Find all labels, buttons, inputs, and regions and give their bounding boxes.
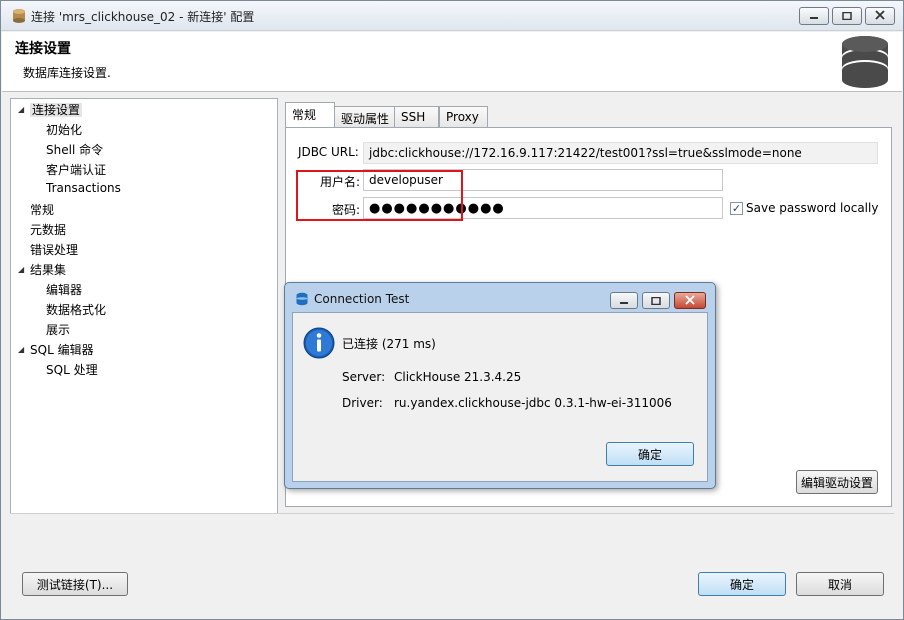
tree-item-client-auth[interactable]: 客户端认证 xyxy=(46,161,106,178)
tree-item-general[interactable]: 常规 xyxy=(30,201,54,218)
tree-item-sql-processing[interactable]: SQL 处理 xyxy=(46,361,98,378)
tree-item-result-sets[interactable]: 结果集 xyxy=(30,261,66,278)
close-icon xyxy=(875,9,885,23)
expand-arrow-icon[interactable]: ◢ xyxy=(18,105,24,114)
save-password-checkbox[interactable]: ✓ xyxy=(730,202,743,215)
minimize-button[interactable] xyxy=(799,7,829,25)
dialog-title: Connection Test xyxy=(314,292,410,306)
driver-label: Driver: xyxy=(342,396,383,410)
maximize-icon xyxy=(651,294,661,308)
dialog-close-button[interactable] xyxy=(674,292,706,309)
tab-general[interactable]: 常规 xyxy=(285,102,335,129)
page-subtitle: 数据库连接设置. xyxy=(23,66,111,80)
jdbc-url-label: JDBC URL: xyxy=(298,145,359,159)
tree-item-editors[interactable]: 编辑器 xyxy=(46,281,82,298)
settings-tree: ◢ 连接设置 初始化 Shell 命令 客户端认证 Transactions 常… xyxy=(10,98,278,514)
tree-item-error-handling[interactable]: 错误处理 xyxy=(30,241,78,258)
tree-item-init[interactable]: 初始化 xyxy=(46,121,82,138)
tree-item-metadata[interactable]: 元数据 xyxy=(30,221,66,238)
connection-config-window: 连接 'mrs_clickhouse_02 - 新连接' 配置 连接设置 数据库… xyxy=(0,0,904,620)
connected-message: 已连接 (271 ms) xyxy=(342,337,436,351)
save-password-label: Save password locally xyxy=(746,201,879,215)
close-icon xyxy=(685,294,695,308)
highlight-box xyxy=(296,170,463,221)
connection-test-dialog: Connection Test 已连接 (271 ms) Server: Cli… xyxy=(284,282,716,489)
footer-divider xyxy=(10,513,894,514)
close-button[interactable] xyxy=(865,7,895,25)
server-label: Server: xyxy=(342,370,386,384)
database-dialog-icon xyxy=(295,292,309,309)
expand-arrow-icon[interactable]: ◢ xyxy=(18,265,24,274)
dialog-minimize-button[interactable] xyxy=(610,292,638,309)
driver-value: ru.yandex.clickhouse-jdbc 0.3.1-hw-ei-31… xyxy=(394,396,672,410)
database-app-icon xyxy=(11,8,27,27)
ok-button[interactable]: 确定 xyxy=(698,572,786,596)
edit-driver-button[interactable]: 编辑驱动设置 xyxy=(796,470,878,494)
tree-item-data-format[interactable]: 数据格式化 xyxy=(46,301,106,318)
tree-item-sql-editor[interactable]: SQL 编辑器 xyxy=(30,341,94,358)
test-connection-button[interactable]: 测试链接(T)... xyxy=(22,572,128,596)
page-title: 连接设置 xyxy=(15,41,71,57)
window-title: 连接 'mrs_clickhouse_02 - 新连接' 配置 xyxy=(31,10,255,24)
dialog-maximize-button[interactable] xyxy=(642,292,670,309)
server-value: ClickHouse 21.3.4.25 xyxy=(394,370,522,384)
maximize-icon xyxy=(842,9,852,23)
tree-item-connection-settings[interactable]: 连接设置 xyxy=(30,101,83,118)
minimize-icon xyxy=(619,294,629,308)
tree-item-presentation[interactable]: 展示 xyxy=(46,321,70,338)
tree-item-shell-commands[interactable]: Shell 命令 xyxy=(46,141,103,158)
tab-proxy[interactable]: Proxy xyxy=(439,106,488,128)
maximize-button[interactable] xyxy=(832,7,862,25)
cancel-button[interactable]: 取消 xyxy=(796,572,884,596)
dialog-ok-button[interactable]: 确定 xyxy=(606,442,694,466)
tab-ssh[interactable]: SSH xyxy=(394,106,439,128)
expand-arrow-icon[interactable]: ◢ xyxy=(18,345,24,354)
title-bar: 连接 'mrs_clickhouse_02 - 新连接' 配置 xyxy=(1,1,903,31)
database-icon xyxy=(840,35,890,92)
tree-item-transactions[interactable]: Transactions xyxy=(46,181,121,195)
jdbc-url-field[interactable]: jdbc:clickhouse://172.16.9.117:21422/tes… xyxy=(363,142,878,164)
dialog-body: 已连接 (271 ms) Server: ClickHouse 21.3.4.2… xyxy=(292,312,708,482)
minimize-icon xyxy=(809,9,819,23)
tab-driver-properties[interactable]: 驱动属性 xyxy=(334,106,395,128)
page-header: 连接设置 数据库连接设置. xyxy=(2,32,902,92)
info-icon xyxy=(303,327,335,362)
